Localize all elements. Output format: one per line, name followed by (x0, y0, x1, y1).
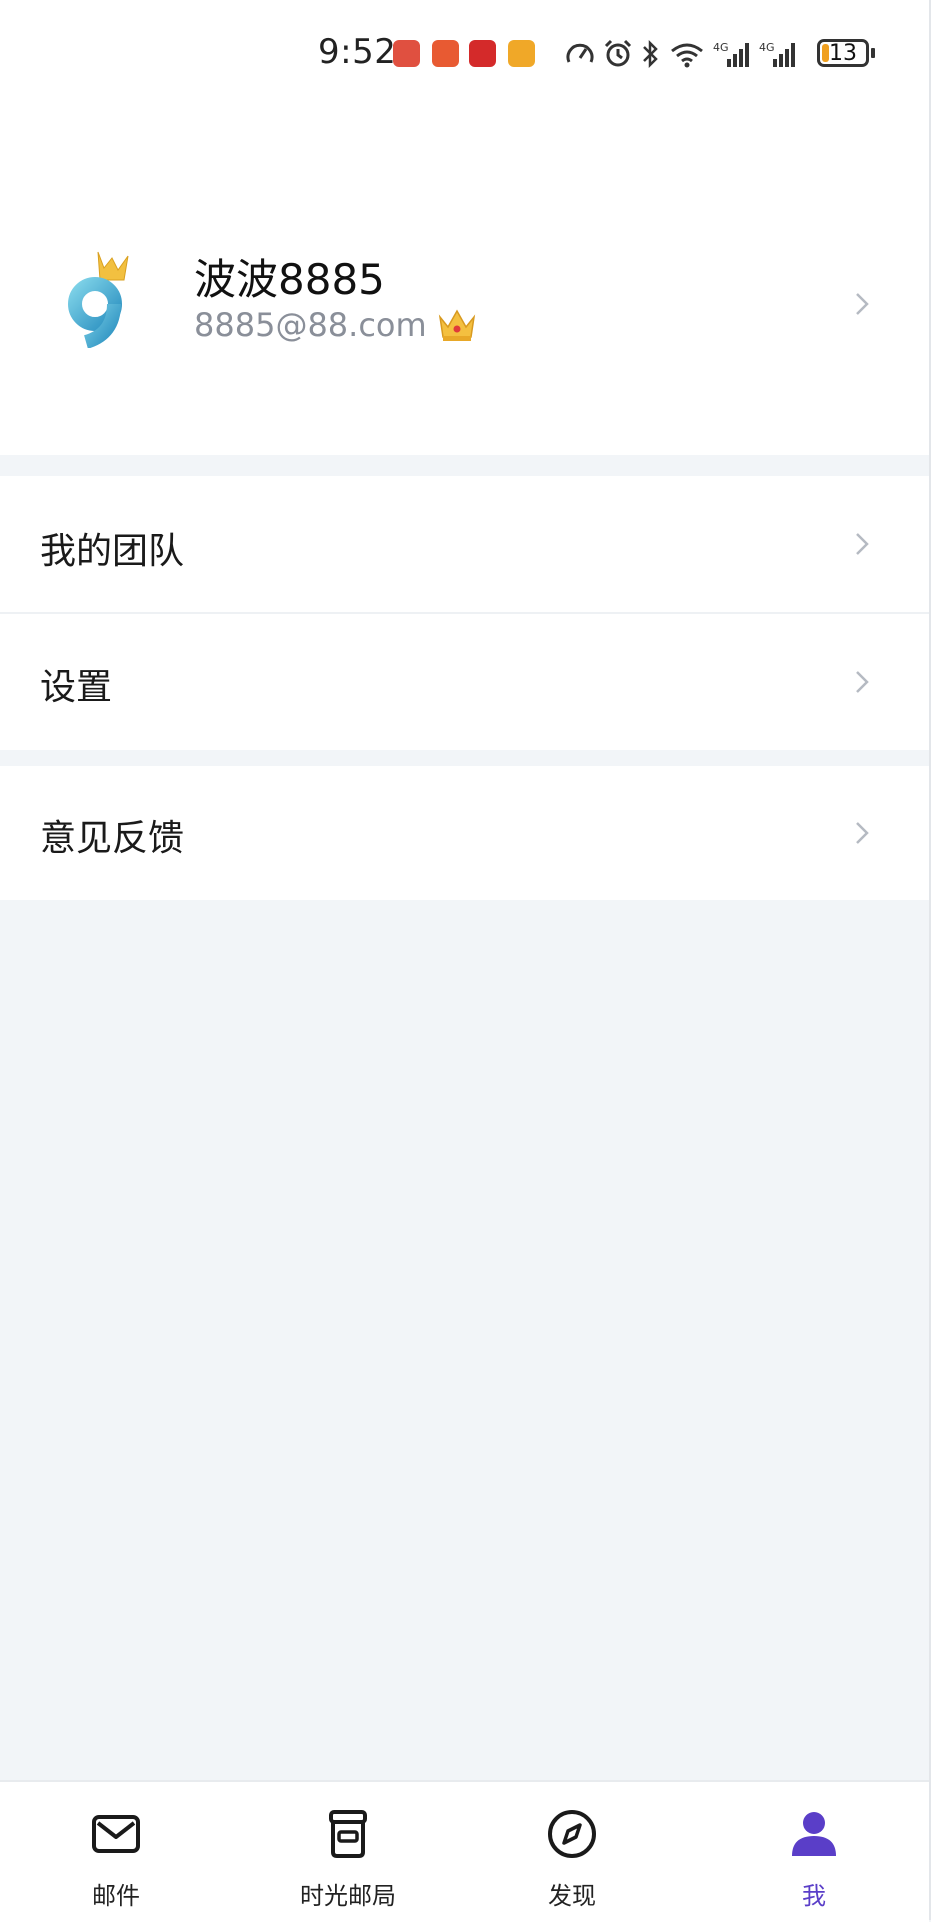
red-app-icon (469, 40, 496, 67)
page: 9:52 4G 4G 13 波波8885 8885@88.com 我的团队 设置… (0, 0, 931, 1922)
chevron-right-icon (856, 671, 869, 693)
mailbox-icon (329, 1810, 367, 1858)
orange-app-icon (432, 40, 459, 67)
nav-tab-time-post-office[interactable]: 时光邮局 (258, 1782, 438, 1922)
compass-icon (548, 1810, 596, 1858)
chevron-right-icon (856, 533, 869, 555)
menu-item-my-team[interactable]: 我的团队 (0, 476, 929, 612)
mail-icon (92, 1815, 140, 1853)
status-bar: 9:52 4G 4G 13 (0, 0, 929, 108)
chevron-right-icon (856, 822, 869, 844)
svg-text:4G: 4G (759, 41, 775, 54)
profile-email: 8885@88.com (194, 306, 427, 344)
profile-chevron-right-icon (856, 293, 869, 315)
battery-tip (871, 48, 875, 58)
menu-item-settings[interactable]: 设置 (0, 614, 929, 750)
nav-label: 时光邮局 (300, 1882, 396, 1910)
menu-item-label: 意见反馈 (40, 818, 185, 859)
profile-name: 波波8885 (194, 255, 385, 304)
bottom-nav: 邮件 时光邮局 发现 我 (0, 1780, 929, 1922)
battery-indicator: 13 (817, 39, 869, 67)
nav-label: 发现 (548, 1882, 596, 1910)
nav-tab-mail[interactable]: 邮件 (26, 1782, 206, 1922)
signal-4g-icon: 4G (713, 41, 749, 67)
menu-item-label: 设置 (40, 667, 113, 708)
svg-text:4G: 4G (713, 41, 729, 54)
status-time: 9:52 (318, 32, 397, 72)
signal-4g-icon: 4G (759, 41, 795, 67)
crown-icon (438, 309, 475, 341)
speed-icon (566, 43, 594, 63)
wifi-icon (671, 43, 703, 68)
nav-label: 我 (802, 1882, 826, 1910)
huawei-app-icon (393, 40, 420, 67)
menu-item-label: 我的团队 (40, 531, 185, 572)
user-icon (792, 1812, 836, 1856)
profile-card[interactable]: 波波8885 8885@88.com (0, 108, 929, 455)
profile-email-row: 8885@88.com (194, 306, 477, 344)
yellow-app-icon (508, 40, 535, 67)
bluetooth-icon (643, 39, 658, 69)
menu-item-feedback[interactable]: 意见反馈 (0, 766, 929, 900)
system-status-icons: 4G 4G (565, 36, 797, 72)
battery-level: 13 (829, 41, 857, 66)
nav-tab-discover[interactable]: 发现 (482, 1782, 662, 1922)
alarm-icon (604, 39, 632, 67)
nav-tab-me[interactable]: 我 (724, 1782, 904, 1922)
avatar[interactable] (48, 238, 158, 348)
nav-label: 邮件 (92, 1882, 140, 1910)
